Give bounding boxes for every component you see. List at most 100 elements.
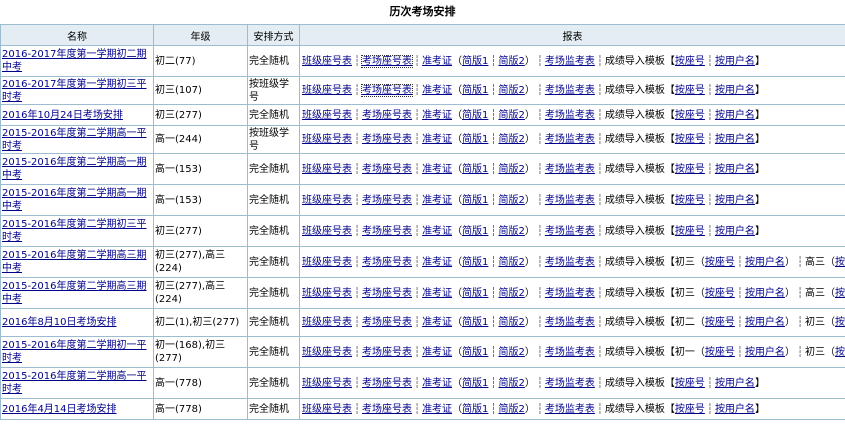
exam-name-link[interactable]: 2015-2016年度第二学期高三期中考 xyxy=(2,250,147,274)
by-seat-link[interactable]: 按座号 xyxy=(675,195,705,206)
by-username-link[interactable]: 按用户名 xyxy=(745,257,785,268)
by-seat-link[interactable]: 按座号 xyxy=(705,288,735,299)
exam-name-link[interactable]: 2015-2016年度第二学期高三期中考 xyxy=(2,281,147,305)
simple-v2-link[interactable]: 简版2 xyxy=(498,110,524,121)
simple-v2-link[interactable]: 简版2 xyxy=(498,288,524,299)
simple-v1-link[interactable]: 简版1 xyxy=(462,134,488,145)
by-username-link[interactable]: 按用户名 xyxy=(745,288,785,299)
class-seat-link[interactable]: 班级座号表 xyxy=(302,257,352,268)
simple-v1-link[interactable]: 简版1 xyxy=(462,317,488,328)
exam-name-link[interactable]: 2015-2016年度第二学期高一平时考 xyxy=(2,371,147,395)
proctor-table-link[interactable]: 考场监考表 xyxy=(545,347,595,358)
class-seat-link[interactable]: 班级座号表 xyxy=(302,134,352,145)
exam-name-link[interactable]: 2016-2017年度第一学期初三平时考 xyxy=(2,79,147,103)
by-username-link[interactable]: 按用户名 xyxy=(745,347,785,358)
exam-name-link[interactable]: 2016年10月24日考场安排 xyxy=(2,110,123,121)
room-seat-link[interactable]: 考场座号表 xyxy=(362,378,412,389)
class-seat-link[interactable]: 班级座号表 xyxy=(302,56,352,67)
by-username-link[interactable]: 按用户名 xyxy=(745,317,785,328)
admission-ticket-link[interactable]: 准考证 xyxy=(422,288,452,299)
room-seat-link[interactable]: 考场座号表 xyxy=(362,195,412,206)
by-seat-link[interactable]: 按座号 xyxy=(835,347,845,358)
admission-ticket-link[interactable]: 准考证 xyxy=(422,56,452,67)
simple-v2-link[interactable]: 简版2 xyxy=(498,347,524,358)
simple-v1-link[interactable]: 简版1 xyxy=(462,404,488,415)
room-seat-link[interactable]: 考场座号表 xyxy=(361,84,414,97)
class-seat-link[interactable]: 班级座号表 xyxy=(302,164,352,175)
room-seat-link[interactable]: 考场座号表 xyxy=(362,288,412,299)
class-seat-link[interactable]: 班级座号表 xyxy=(302,317,352,328)
simple-v1-link[interactable]: 简版1 xyxy=(462,378,488,389)
room-seat-link[interactable]: 考场座号表 xyxy=(362,110,412,121)
admission-ticket-link[interactable]: 准考证 xyxy=(422,378,452,389)
proctor-table-link[interactable]: 考场监考表 xyxy=(545,56,595,67)
exam-name-link[interactable]: 2015-2016年度第二学期初一平时考 xyxy=(2,340,147,364)
by-username-link[interactable]: 按用户名 xyxy=(715,404,755,415)
admission-ticket-link[interactable]: 准考证 xyxy=(422,347,452,358)
by-username-link[interactable]: 按用户名 xyxy=(715,85,755,96)
exam-name-link[interactable]: 2016年4月14日考场安排 xyxy=(2,404,117,415)
class-seat-link[interactable]: 班级座号表 xyxy=(302,288,352,299)
simple-v1-link[interactable]: 简版1 xyxy=(462,347,488,358)
room-seat-link[interactable]: 考场座号表 xyxy=(362,257,412,268)
by-seat-link[interactable]: 按座号 xyxy=(675,134,705,145)
proctor-table-link[interactable]: 考场监考表 xyxy=(545,317,595,328)
room-seat-link[interactable]: 考场座号表 xyxy=(362,226,412,237)
proctor-table-link[interactable]: 考场监考表 xyxy=(545,404,595,415)
simple-v1-link[interactable]: 简版1 xyxy=(462,164,488,175)
simple-v2-link[interactable]: 简版2 xyxy=(498,378,524,389)
admission-ticket-link[interactable]: 准考证 xyxy=(422,317,452,328)
admission-ticket-link[interactable]: 准考证 xyxy=(422,110,452,121)
simple-v1-link[interactable]: 简版1 xyxy=(462,257,488,268)
by-username-link[interactable]: 按用户名 xyxy=(715,110,755,121)
by-seat-link[interactable]: 按座号 xyxy=(835,257,845,268)
class-seat-link[interactable]: 班级座号表 xyxy=(302,226,352,237)
simple-v1-link[interactable]: 简版1 xyxy=(462,226,488,237)
exam-name-link[interactable]: 2015-2016年度第二学期高一期中考 xyxy=(2,157,147,181)
by-seat-link[interactable]: 按座号 xyxy=(705,317,735,328)
admission-ticket-link[interactable]: 准考证 xyxy=(422,257,452,268)
by-seat-link[interactable]: 按座号 xyxy=(675,164,705,175)
admission-ticket-link[interactable]: 准考证 xyxy=(422,134,452,145)
admission-ticket-link[interactable]: 准考证 xyxy=(422,226,452,237)
simple-v2-link[interactable]: 简版2 xyxy=(498,85,524,96)
by-seat-link[interactable]: 按座号 xyxy=(835,317,845,328)
proctor-table-link[interactable]: 考场监考表 xyxy=(545,195,595,206)
exam-name-link[interactable]: 2016-2017年度第一学期初二期中考 xyxy=(2,49,147,73)
proctor-table-link[interactable]: 考场监考表 xyxy=(545,288,595,299)
class-seat-link[interactable]: 班级座号表 xyxy=(302,110,352,121)
proctor-table-link[interactable]: 考场监考表 xyxy=(545,85,595,96)
by-username-link[interactable]: 按用户名 xyxy=(715,56,755,67)
simple-v2-link[interactable]: 简版2 xyxy=(498,134,524,145)
by-username-link[interactable]: 按用户名 xyxy=(715,378,755,389)
simple-v1-link[interactable]: 简版1 xyxy=(462,85,488,96)
by-seat-link[interactable]: 按座号 xyxy=(675,404,705,415)
by-seat-link[interactable]: 按座号 xyxy=(675,378,705,389)
simple-v2-link[interactable]: 简版2 xyxy=(498,56,524,67)
proctor-table-link[interactable]: 考场监考表 xyxy=(545,257,595,268)
simple-v1-link[interactable]: 简版1 xyxy=(462,110,488,121)
exam-name-link[interactable]: 2015-2016年度第二学期高一平时考 xyxy=(2,128,147,152)
class-seat-link[interactable]: 班级座号表 xyxy=(302,195,352,206)
by-seat-link[interactable]: 按座号 xyxy=(835,288,845,299)
by-seat-link[interactable]: 按座号 xyxy=(675,85,705,96)
exam-name-link[interactable]: 2016年8月10日考场安排 xyxy=(2,317,117,328)
exam-name-link[interactable]: 2015-2016年度第二学期初三平时考 xyxy=(2,219,147,243)
simple-v2-link[interactable]: 简版2 xyxy=(498,257,524,268)
simple-v2-link[interactable]: 简版2 xyxy=(498,195,524,206)
by-seat-link[interactable]: 按座号 xyxy=(705,257,735,268)
admission-ticket-link[interactable]: 准考证 xyxy=(422,195,452,206)
simple-v2-link[interactable]: 简版2 xyxy=(498,404,524,415)
room-seat-link[interactable]: 考场座号表 xyxy=(362,404,412,415)
room-seat-link[interactable]: 考场座号表 xyxy=(362,164,412,175)
by-seat-link[interactable]: 按座号 xyxy=(675,56,705,67)
simple-v1-link[interactable]: 简版1 xyxy=(462,56,488,67)
room-seat-link[interactable]: 考场座号表 xyxy=(362,134,412,145)
class-seat-link[interactable]: 班级座号表 xyxy=(302,378,352,389)
class-seat-link[interactable]: 班级座号表 xyxy=(302,347,352,358)
room-seat-link[interactable]: 考场座号表 xyxy=(362,317,412,328)
simple-v1-link[interactable]: 简版1 xyxy=(462,288,488,299)
simple-v2-link[interactable]: 简版2 xyxy=(498,317,524,328)
by-seat-link[interactable]: 按座号 xyxy=(705,347,735,358)
admission-ticket-link[interactable]: 准考证 xyxy=(422,85,452,96)
